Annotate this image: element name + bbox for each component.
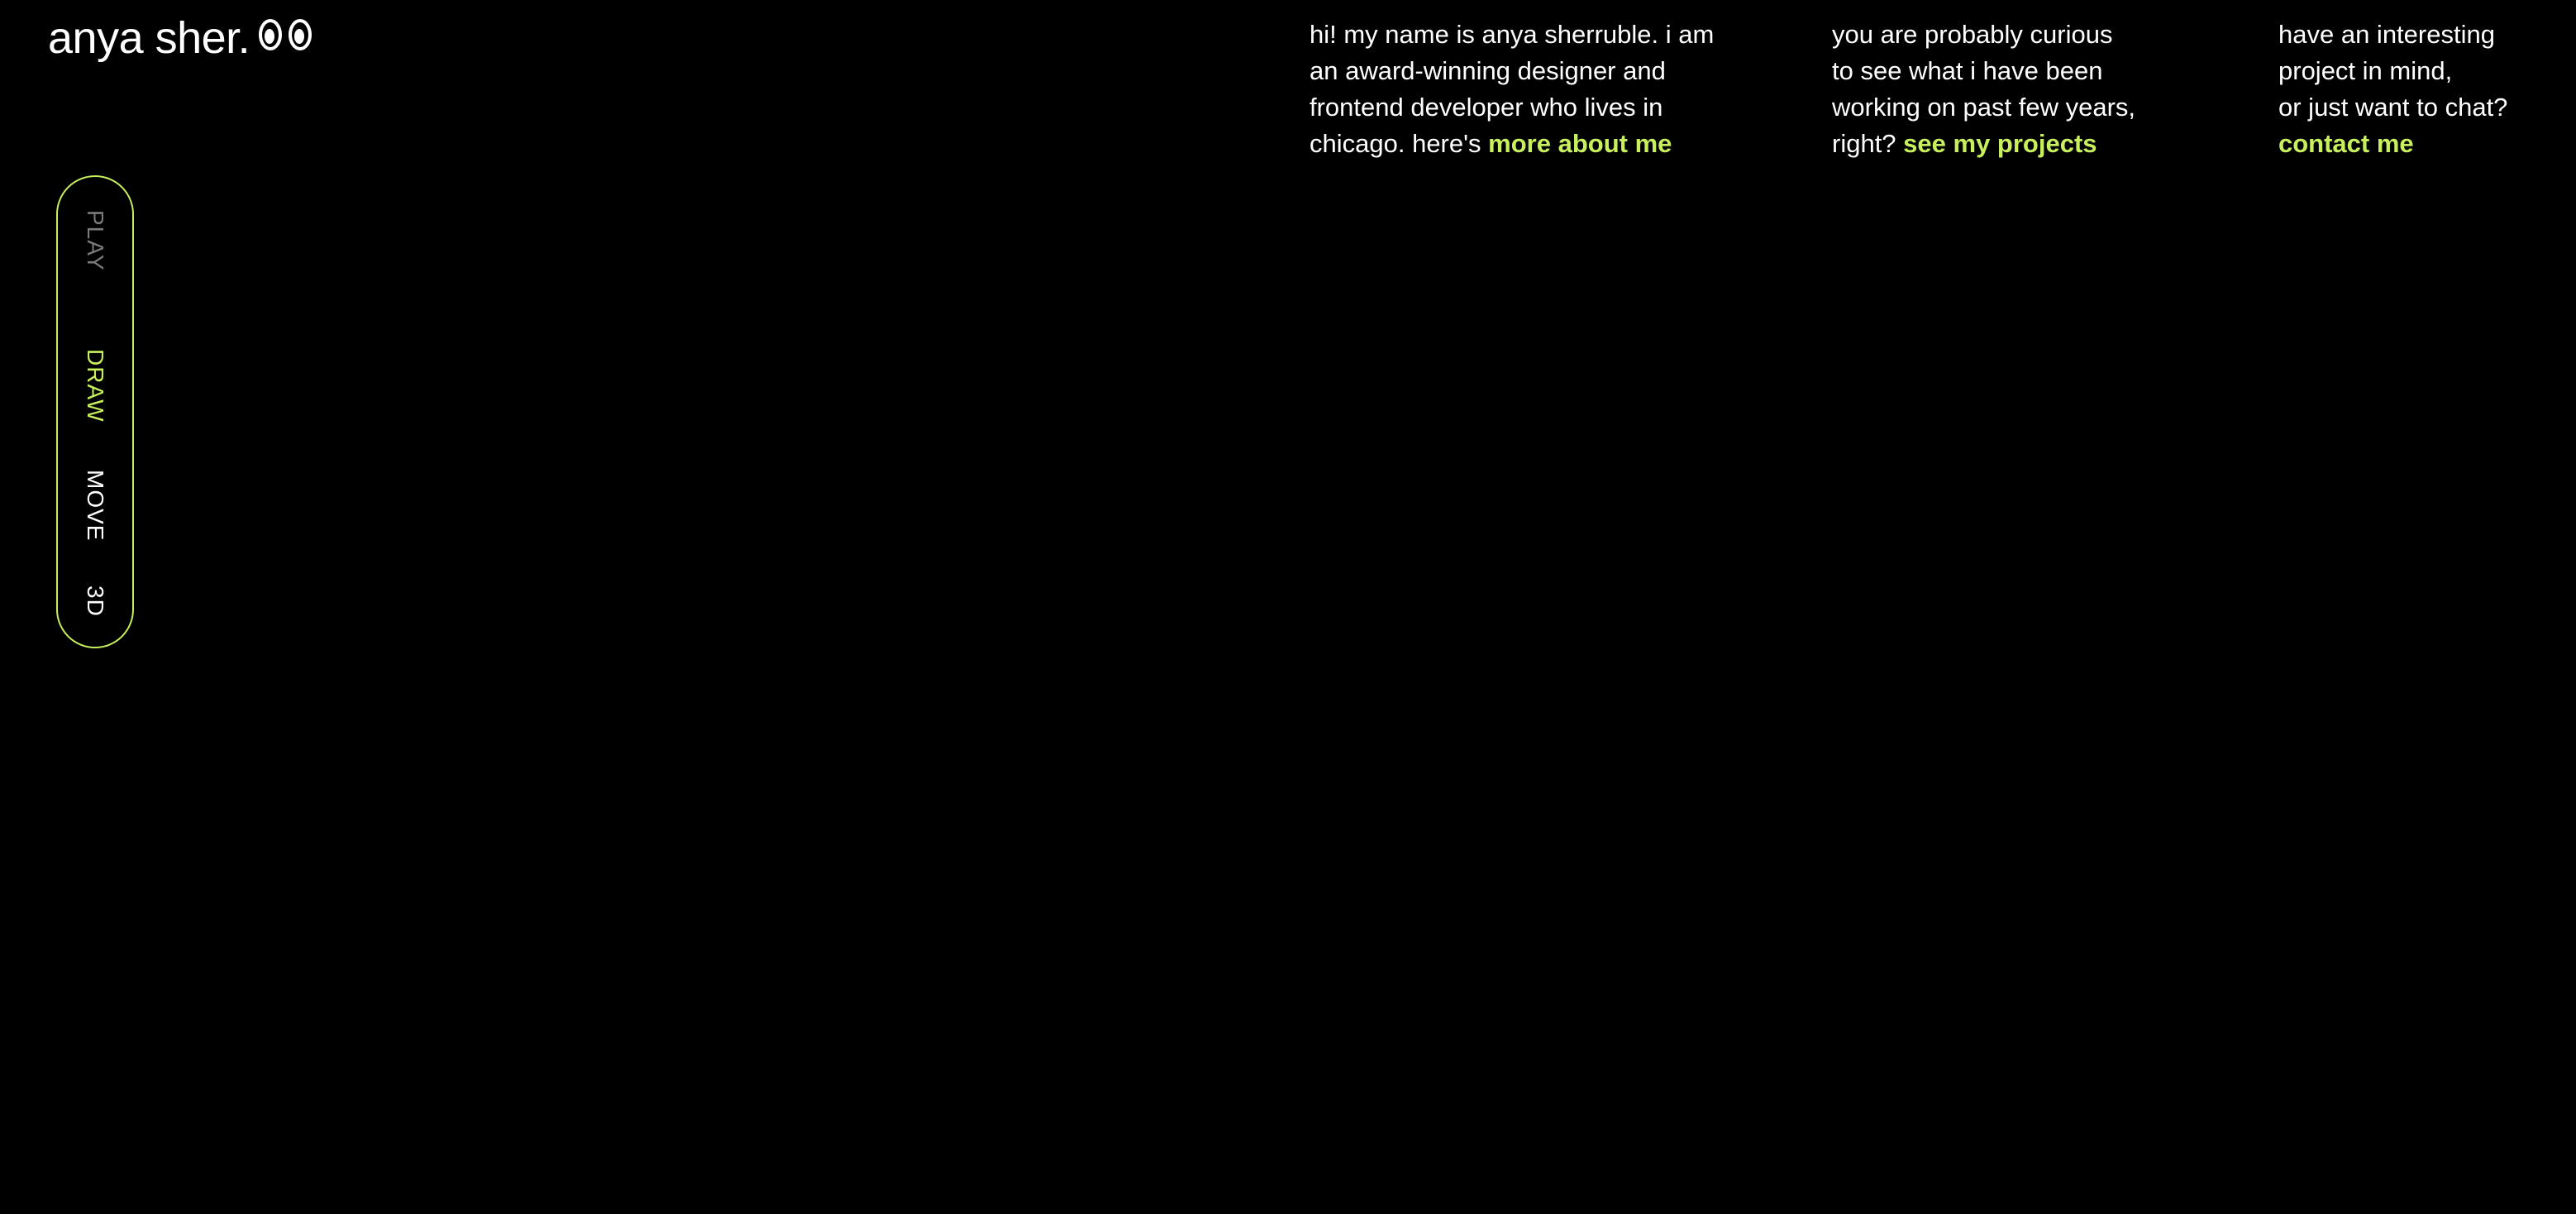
projects-line-last: right? see my projects [1832, 126, 2135, 162]
intro-about: hi! my name is anya sherruble. i am an a… [1309, 17, 1714, 162]
mode-draw-label: DRAW [83, 349, 108, 423]
about-line: an award-winning designer and [1309, 56, 1666, 85]
contact-line: have an interesting [2278, 20, 2495, 49]
mode-3d-label: 3D [83, 585, 108, 617]
about-line: frontend developer who lives in [1309, 93, 1663, 122]
about-line-text: chicago. here's [1309, 129, 1481, 158]
projects-line-text: right? [1832, 129, 1896, 158]
intro-contact: have an interesting project in mind, or … [2278, 17, 2507, 162]
projects-line: to see what i have been [1832, 56, 2103, 85]
more-about-me-link[interactable]: more about me [1488, 129, 1672, 158]
eyes-icon [258, 18, 312, 51]
projects-line: working on past few years, [1832, 93, 2136, 122]
about-line-last: chicago. here's more about me [1309, 126, 1714, 162]
mode-play-label: PLAY [83, 210, 108, 271]
contact-line: or just want to chat? [2278, 93, 2508, 122]
mode-switcher: PLAY DRAW MOVE 3D [56, 175, 134, 648]
contact-line-last: contact me [2278, 126, 2507, 162]
contact-line: project in mind, [2278, 56, 2453, 85]
mode-move-label: MOVE [83, 470, 108, 542]
projects-line: you are probably curious [1832, 20, 2113, 49]
brand-name: anya sher. [48, 13, 250, 63]
mode-play-button[interactable]: PLAY [58, 210, 132, 271]
mode-3d-button[interactable]: 3D [58, 585, 132, 617]
contact-me-link[interactable]: contact me [2278, 129, 2414, 158]
mode-draw-button[interactable]: DRAW [58, 349, 132, 423]
about-line: hi! my name is anya sherruble. i am [1309, 20, 1715, 49]
mode-move-button[interactable]: MOVE [58, 470, 132, 541]
logo[interactable]: anya sher. [48, 7, 312, 69]
see-my-projects-link[interactable]: see my projects [1903, 129, 2097, 158]
intro-projects: you are probably curious to see what i h… [1832, 17, 2135, 162]
